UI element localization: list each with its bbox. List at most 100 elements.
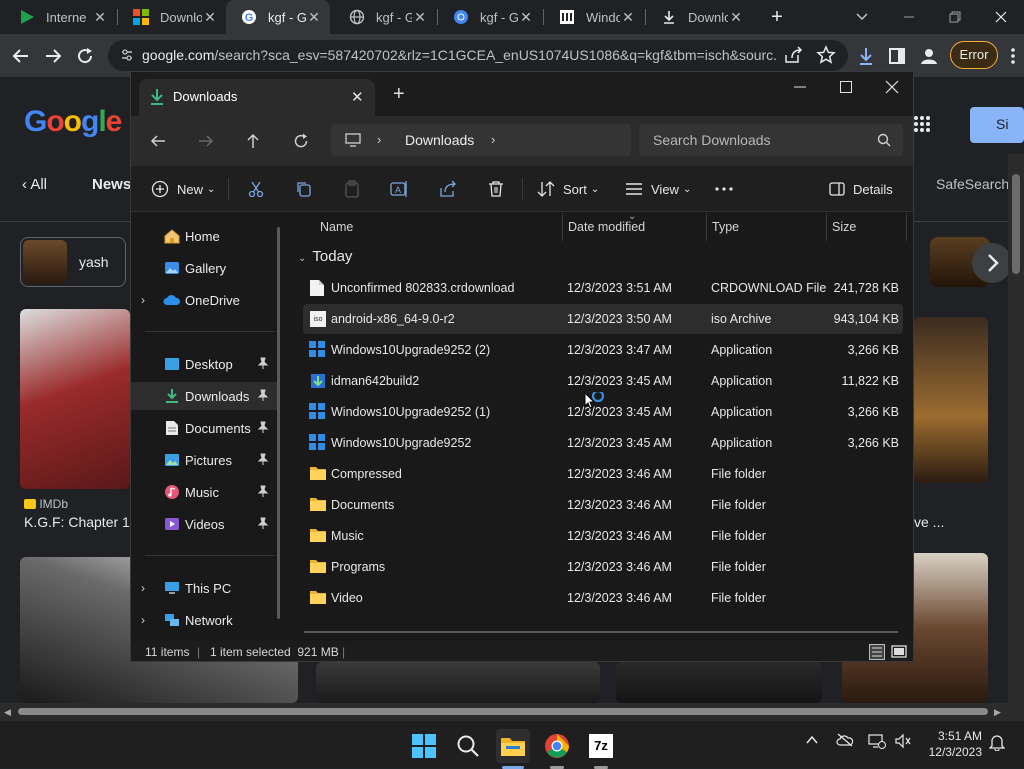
close-tab-icon[interactable]: ✕ [306,9,322,25]
browser-tab[interactable]: Interne ✕ [4,0,116,34]
search-icon[interactable] [451,729,485,763]
chevron-up-icon[interactable] [805,733,819,747]
view-button[interactable]: View ⌄ [625,174,691,204]
cloud-offline-icon[interactable] [836,733,854,747]
profile-error-button[interactable]: Error [950,41,998,69]
volume-muted-icon[interactable] [894,733,912,749]
pin-icon[interactable] [257,389,269,401]
nav-item-documents[interactable]: Documents [131,414,277,442]
maximize-button[interactable] [839,80,853,94]
image-result[interactable] [914,317,988,483]
sign-in-button[interactable]: Si [970,107,1024,143]
column-header-type[interactable]: Type [712,213,739,241]
nav-item-videos[interactable]: Videos [131,510,277,538]
close-window-button[interactable] [978,0,1024,34]
nav-item-desktop[interactable]: Desktop [131,350,277,378]
minimize-button[interactable] [793,80,807,94]
address-bar[interactable]: google.com/search?sca_esv=587420702&rlz=… [108,40,848,71]
browser-tab[interactable]: kgf - Go ✕ [438,0,542,34]
forward-button[interactable] [38,41,68,71]
file-row[interactable]: Windows10Upgrade9252 12/3/2023 3:45 AM App… [303,428,903,458]
close-tab-icon[interactable]: ✕ [620,9,636,25]
file-row[interactable]: Documents 12/3/2023 3:46 AM File folder [303,490,903,520]
browser-tab[interactable]: Window ✕ [544,0,644,34]
chevron-right-icon[interactable]: › [141,293,145,307]
more-options-button[interactable] [715,174,733,204]
apps-grid-icon[interactable] [913,115,931,133]
page-scrollbar[interactable] [1008,154,1024,703]
file-explorer-icon[interactable] [496,729,530,763]
explorer-tab[interactable]: Downloads ✕ [139,79,375,116]
new-tab-button[interactable]: + [764,6,790,28]
pin-icon[interactable] [257,421,269,433]
image-result[interactable] [316,662,600,703]
browser-tab[interactable]: Downlo ✕ [646,0,752,34]
new-button[interactable]: New ⌄ [151,174,215,204]
nav-item-music[interactable]: Music [131,478,277,506]
close-tab-icon[interactable]: ✕ [351,88,364,106]
start-icon[interactable] [407,729,441,763]
image-result[interactable] [616,662,822,703]
file-row[interactable]: Programs 12/3/2023 3:46 AM File folder [303,552,903,582]
pin-icon[interactable] [257,485,269,497]
nav-scrollbar[interactable] [277,227,280,619]
delete-button[interactable] [487,174,505,204]
close-tab-icon[interactable]: ✕ [92,9,108,25]
bookmark-star-icon[interactable] [816,45,836,65]
close-tab-icon[interactable]: ✕ [202,9,218,25]
horizontal-scrollbar[interactable] [304,631,898,633]
tab-search-icon[interactable] [854,8,870,24]
side-panel-icon[interactable] [882,41,912,71]
share-button[interactable] [439,174,457,204]
paste-button[interactable] [343,174,361,204]
pin-icon[interactable] [257,517,269,529]
7zip-icon[interactable]: 7z [584,729,618,763]
safesearch-button[interactable]: SafeSearch [936,176,1009,192]
browser-tab[interactable]: Downlo ✕ [118,0,226,34]
notification-bell-icon[interactable] [989,733,1005,751]
nav-item-gallery[interactable]: Gallery [131,254,277,282]
rename-button[interactable]: A [390,174,408,204]
breadcrumb-item[interactable]: Downloads [405,132,474,148]
page-horizontal-scrollbar[interactable]: ◀ ▶ [0,703,1024,720]
nav-item-home[interactable]: Home [131,222,277,250]
result-title[interactable]: ve ... [914,514,944,530]
menu-icon[interactable] [998,41,1024,71]
reload-button[interactable] [70,41,100,71]
close-tab-icon[interactable]: ✕ [728,9,744,25]
downloads-icon[interactable] [851,41,881,71]
chevron-right-icon[interactable]: › [377,132,381,147]
close-window-button[interactable] [885,80,899,94]
network-status-icon[interactable] [868,733,886,749]
refresh-button[interactable] [286,126,316,156]
chrome-icon[interactable] [540,729,574,763]
nav-item-this-pc[interactable]: › This PC [131,574,277,602]
group-header-today[interactable]: ⌄ Today [298,248,352,265]
nav-item-pictures[interactable]: Pictures [131,446,277,474]
site-info-icon[interactable] [120,48,134,62]
minimize-button[interactable] [886,0,932,34]
file-row[interactable]: Music 12/3/2023 3:46 AM File folder [303,521,903,551]
news-tab[interactable]: News [92,176,131,193]
result-title[interactable]: K.G.F: Chapter 1 [24,514,130,530]
forward-button[interactable] [191,126,221,156]
chevron-right-icon[interactable]: › [491,132,495,147]
related-chip-yash[interactable]: yash [20,237,126,287]
all-tab[interactable]: ‹ All [22,176,47,193]
close-tab-icon[interactable]: ✕ [518,9,534,25]
back-button[interactable] [143,126,173,156]
details-pane-button[interactable]: Details [829,174,893,204]
file-row[interactable]: Video 12/3/2023 3:46 AM File folder [303,583,903,613]
browser-tab[interactable]: kgf - Go ✕ [334,0,436,34]
google-logo[interactable]: Google [24,105,122,139]
details-view-icon[interactable] [869,644,885,660]
file-row[interactable]: Windows10Upgrade9252 (2) 12/3/2023 3:47 A… [303,335,903,365]
nav-item-network[interactable]: › Network [131,606,277,634]
back-button[interactable] [6,41,36,71]
clock[interactable]: 3:51 AM 12/3/2023 [924,728,982,760]
nav-item-onedrive[interactable]: › OneDrive [131,286,277,314]
file-row[interactable]: Compressed 12/3/2023 3:46 AM File folder [303,459,903,489]
chevron-right-icon[interactable]: › [141,613,145,627]
restore-button[interactable] [932,0,978,34]
scroll-chips-right-button[interactable] [972,243,1012,283]
